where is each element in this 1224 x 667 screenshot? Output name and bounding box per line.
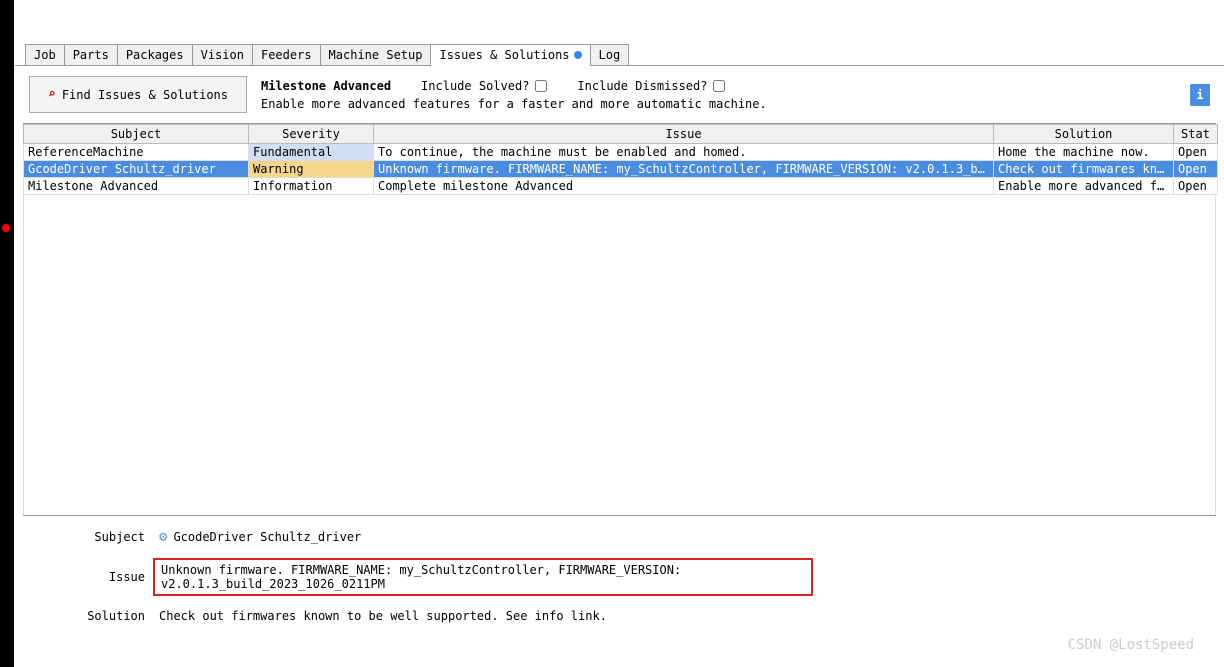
table-row[interactable]: Milestone AdvancedInformationComplete mi… bbox=[24, 178, 1218, 195]
milestone-group: Milestone Advanced Include Solved? Inclu… bbox=[261, 79, 1176, 111]
cell-issue: To continue, the machine must be enabled… bbox=[374, 144, 994, 161]
milestone-description: Enable more advanced features for a fast… bbox=[261, 97, 1176, 111]
detail-panel: Subject ⚙ GcodeDriver Schultz_driver Iss… bbox=[23, 515, 1216, 626]
tab-vision[interactable]: Vision bbox=[192, 44, 253, 65]
cell-solution: Enable more advanced featu... bbox=[994, 178, 1174, 195]
tab-machine-setup[interactable]: Machine Setup bbox=[320, 44, 432, 65]
tab-log[interactable]: Log bbox=[590, 44, 630, 65]
col-subject[interactable]: Subject bbox=[24, 125, 249, 144]
cell-solution: Check out firmwares known ... bbox=[994, 161, 1174, 178]
status-dot-icon bbox=[574, 51, 582, 59]
tab-bar: Job Parts Packages Vision Feeders Machin… bbox=[15, 44, 1224, 66]
col-severity[interactable]: Severity bbox=[249, 125, 374, 144]
detail-solution-label: Solution bbox=[23, 609, 153, 623]
find-issues-button[interactable]: ⌕ Find Issues & Solutions bbox=[29, 76, 247, 113]
tab-label: Issues & Solutions bbox=[439, 48, 569, 62]
col-solution[interactable]: Solution bbox=[994, 125, 1174, 144]
detail-subject-text: GcodeDriver Schultz_driver bbox=[173, 530, 361, 544]
search-icon: ⌕ bbox=[48, 87, 56, 102]
tab-parts[interactable]: Parts bbox=[64, 44, 118, 65]
tab-feeders[interactable]: Feeders bbox=[252, 44, 321, 65]
detail-issue-value: Unknown firmware. FIRMWARE_NAME: my_Schu… bbox=[153, 558, 813, 596]
tab-packages[interactable]: Packages bbox=[117, 44, 193, 65]
cell-subject: Milestone Advanced bbox=[24, 178, 249, 195]
cell-issue: Unknown firmware. FIRMWARE_NAME: my_Schu… bbox=[374, 161, 994, 178]
cell-solution: Home the machine now. bbox=[994, 144, 1174, 161]
main-area: Job Parts Packages Vision Feeders Machin… bbox=[15, 0, 1224, 667]
detail-subject-label: Subject bbox=[23, 530, 153, 544]
detail-issue-label: Issue bbox=[23, 570, 153, 584]
top-space bbox=[15, 0, 1224, 44]
cell-status: Open bbox=[1174, 144, 1218, 161]
gear-icon: ⚙ bbox=[159, 529, 167, 545]
cell-severity: Fundamental bbox=[249, 144, 374, 161]
col-status[interactable]: Stat bbox=[1174, 125, 1218, 144]
include-solved-check[interactable]: Include Solved? bbox=[421, 79, 547, 93]
include-solved-label: Include Solved? bbox=[421, 79, 529, 93]
table-row[interactable]: ReferenceMachineFundamentalTo continue, … bbox=[24, 144, 1218, 161]
cell-issue: Complete milestone Advanced bbox=[374, 178, 994, 195]
detail-solution-value: Check out firmwares known to be well sup… bbox=[153, 606, 1216, 626]
table-empty-area bbox=[23, 195, 1216, 515]
tab-issues-solutions[interactable]: Issues & Solutions bbox=[430, 44, 590, 65]
include-dismissed-check[interactable]: Include Dismissed? bbox=[577, 79, 725, 93]
cell-severity: Information bbox=[249, 178, 374, 195]
table-header-row: Subject Severity Issue Solution Stat bbox=[24, 125, 1218, 144]
include-dismissed-label: Include Dismissed? bbox=[577, 79, 707, 93]
issues-table: Subject Severity Issue Solution Stat Ref… bbox=[23, 124, 1218, 195]
include-dismissed-checkbox[interactable] bbox=[713, 80, 725, 92]
milestone-label: Milestone Advanced bbox=[261, 79, 391, 93]
cell-subject: ReferenceMachine bbox=[24, 144, 249, 161]
toolbar: ⌕ Find Issues & Solutions Milestone Adva… bbox=[15, 66, 1224, 123]
cell-status: Open bbox=[1174, 161, 1218, 178]
issues-table-wrap: Subject Severity Issue Solution Stat Ref… bbox=[23, 123, 1216, 515]
cell-status: Open bbox=[1174, 178, 1218, 195]
watermark: CSDN @LostSpeed bbox=[1068, 637, 1194, 653]
include-solved-checkbox[interactable] bbox=[535, 80, 547, 92]
info-button[interactable]: i bbox=[1190, 84, 1210, 106]
table-row[interactable]: GcodeDriver Schultz_driverWarningUnknown… bbox=[24, 161, 1218, 178]
cell-subject: GcodeDriver Schultz_driver bbox=[24, 161, 249, 178]
detail-subject-value: ⚙ GcodeDriver Schultz_driver bbox=[153, 526, 1216, 548]
find-button-label: Find Issues & Solutions bbox=[62, 88, 228, 102]
tab-job[interactable]: Job bbox=[25, 44, 65, 65]
cell-severity: Warning bbox=[249, 161, 374, 178]
left-sidebar-strip bbox=[0, 0, 14, 667]
col-issue[interactable]: Issue bbox=[374, 125, 994, 144]
